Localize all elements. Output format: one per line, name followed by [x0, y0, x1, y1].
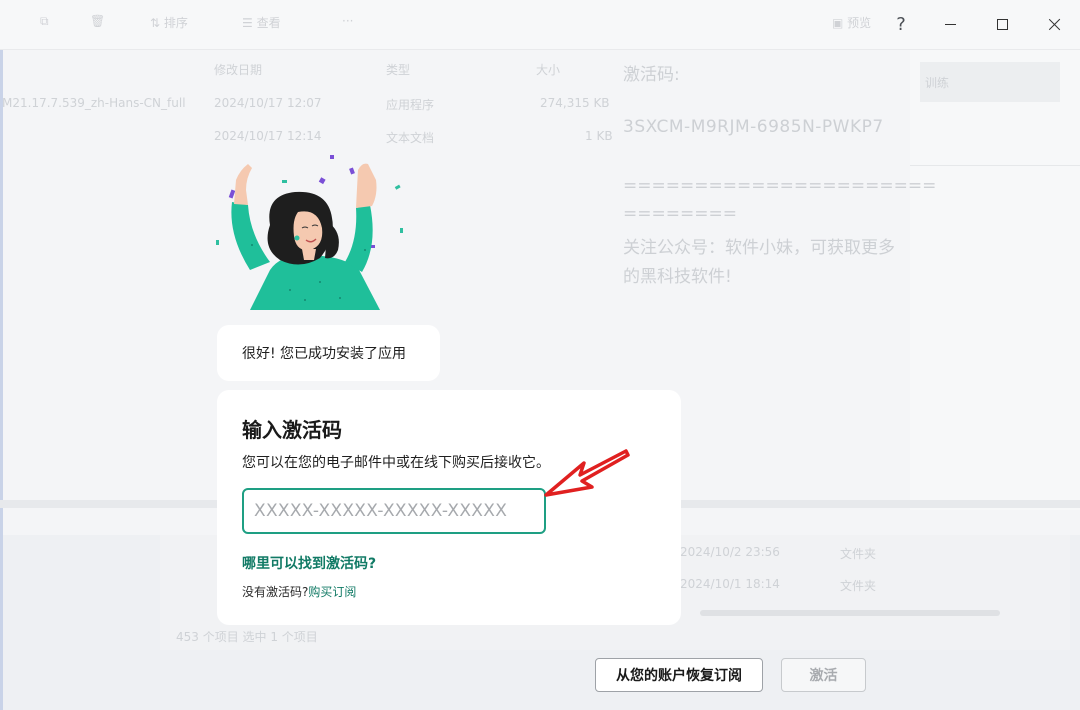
- close-icon: [1048, 18, 1061, 31]
- background-copy-icon: ⧉: [40, 14, 49, 28]
- background-lower-date-2: 2024/10/1 18:14: [680, 577, 780, 591]
- background-column-date: 修改日期: [214, 63, 263, 77]
- notepad-separator-2: ========: [623, 204, 737, 224]
- window-caption-buttons: [924, 0, 1080, 48]
- notepad-key: 3SXCM-M9RJM-6985N-PWKP7: [623, 117, 884, 137]
- activate-button[interactable]: 激活: [781, 658, 866, 692]
- background-file-size: 274,315 KB: [540, 96, 610, 110]
- no-code-text: 没有激活码?购买订阅: [242, 583, 356, 600]
- notepad-label: 激活码:: [623, 65, 680, 85]
- success-message: 很好! 您已成功安装了应用: [242, 346, 407, 362]
- background-lower-date-1: 2024/10/2 23:56: [680, 545, 780, 559]
- buy-subscription-link[interactable]: 购买订阅: [308, 585, 356, 599]
- restore-subscription-button[interactable]: 从您的账户恢复订阅: [595, 658, 763, 692]
- background-toolbar: ⧉ 🗑 ⇅ 排序 ☰ 查看 ··· ▣ 预览: [0, 0, 1080, 50]
- background-column-size: 大小: [536, 63, 561, 77]
- close-button[interactable]: [1028, 0, 1080, 48]
- success-message-card: 很好! 您已成功安装了应用: [217, 325, 440, 381]
- background-file2-date: 2024/10/17 12:14: [214, 129, 322, 143]
- notepad-note-2: 的黑科技软件!: [623, 267, 732, 287]
- background-right-pane: [910, 50, 1080, 510]
- red-arrow-icon: [544, 449, 630, 497]
- no-code-label: 没有激活码?: [242, 585, 309, 599]
- maximize-icon: [996, 18, 1008, 30]
- background-status-bar: 453 个项目 选中 1 个项目: [176, 630, 318, 644]
- background-file2-type: 文本文档: [386, 131, 435, 145]
- notepad-separator-1: ======================: [623, 176, 937, 196]
- celebrating-woman-illustration: [216, 155, 403, 310]
- notepad-note-1: 关注公众号：软件小妹，可获取更多: [623, 238, 895, 258]
- background-chip-label: 训练: [925, 76, 950, 90]
- background-delete-icon: 🗑: [90, 14, 106, 28]
- background-scrollbar: [700, 610, 1000, 616]
- maximize-button[interactable]: [976, 0, 1028, 48]
- minimize-icon: [944, 23, 956, 25]
- activation-code-input[interactable]: [242, 488, 546, 534]
- activation-description: 您可以在您的电子邮件中或在线下购买后接收它。: [242, 455, 550, 471]
- background-file-type: 应用程序: [386, 98, 435, 112]
- background-divider: [910, 165, 1080, 166]
- background-preview-button: ▣ 预览: [832, 16, 872, 30]
- background-column-type: 类型: [386, 63, 411, 77]
- background-file2-size: 1 KB: [585, 129, 613, 143]
- minimize-button[interactable]: [924, 0, 976, 48]
- background-lower-type-2: 文件夹: [840, 579, 877, 593]
- background-lower-type-1: 文件夹: [840, 547, 877, 561]
- background-file-name: M21.17.7.539_zh-Hans-CN_full: [2, 96, 186, 110]
- background-view-button: ☰ 查看: [242, 16, 281, 30]
- background-more-button: ···: [342, 14, 354, 28]
- background-file-date: 2024/10/17 12:07: [214, 96, 322, 110]
- help-button[interactable]: ?: [886, 10, 916, 40]
- background-sort-button: ⇅ 排序: [150, 16, 188, 30]
- activation-card: 输入激活码 您可以在您的电子邮件中或在线下购买后接收它。 哪里可以找到激活码? …: [217, 390, 681, 625]
- activation-title: 输入激活码: [242, 418, 342, 442]
- find-code-link[interactable]: 哪里可以找到激活码?: [242, 553, 376, 573]
